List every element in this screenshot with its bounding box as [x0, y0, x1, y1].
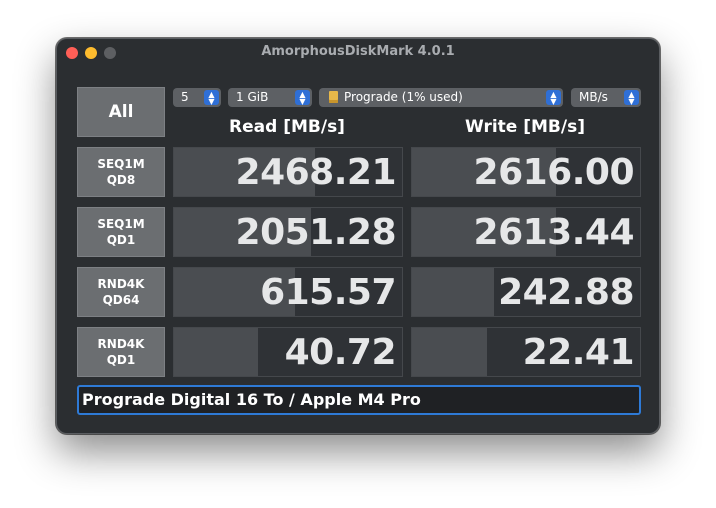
- write-result-cell: 242.88: [411, 267, 641, 317]
- write-value: 2613.44: [473, 211, 635, 253]
- unit-select[interactable]: MB/s ▲ ▼: [571, 88, 641, 107]
- write-result-cell: 2616.00: [411, 147, 641, 197]
- row-label-line1: RND4K: [97, 277, 145, 291]
- row-label-line2: QD8: [106, 173, 136, 187]
- test-count-select[interactable]: 5 ▲ ▼: [173, 88, 221, 107]
- read-value: 2051.28: [235, 211, 397, 253]
- row-label-line2: QD64: [102, 293, 140, 307]
- read-result-cell: 615.57: [173, 267, 403, 317]
- title-bar: AmorphousDiskMark 4.0.1: [57, 39, 659, 67]
- chevron-updown-icon: ▲ ▼: [204, 90, 219, 105]
- app-window: AmorphousDiskMark 4.0.1 All 5 ▲ ▼ 1 GiB ▲…: [56, 38, 660, 434]
- read-value: 615.57: [260, 271, 396, 313]
- write-value: 22.41: [522, 331, 635, 373]
- row-button-rnd4k-qd64[interactable]: RND4K QD64: [77, 267, 165, 317]
- write-bar: [412, 328, 488, 376]
- chevron-updown-icon: ▲ ▼: [546, 90, 561, 105]
- row-label-line2: QD1: [106, 233, 136, 247]
- read-value: 40.72: [284, 331, 397, 373]
- read-header: Read [MB/s]: [229, 117, 345, 137]
- row-label-line1: SEQ1M: [97, 157, 145, 171]
- row-label-line1: RND4K: [97, 337, 145, 351]
- comment-field[interactable]: Prograde Digital 16 To / Apple M4 Pro: [77, 385, 641, 415]
- test-count-value: 5: [181, 90, 189, 104]
- row-label-line2: QD1: [106, 353, 136, 367]
- drive-value: Prograde (1% used): [344, 90, 463, 104]
- chevron-updown-icon: ▲ ▼: [295, 90, 310, 105]
- read-result-cell: 2051.28: [173, 207, 403, 257]
- drive-select[interactable]: Prograde (1% used) ▲ ▼: [319, 88, 563, 107]
- row-button-rnd4k-qd1[interactable]: RND4K QD1: [77, 327, 165, 377]
- row-label-line1: SEQ1M: [97, 217, 145, 231]
- write-result-cell: 2613.44: [411, 207, 641, 257]
- read-bar: [174, 328, 259, 376]
- chevron-updown-icon: ▲ ▼: [624, 90, 639, 105]
- unit-value: MB/s: [579, 90, 608, 104]
- write-header: Write [MB/s]: [465, 117, 585, 137]
- read-result-cell: 40.72: [173, 327, 403, 377]
- read-value: 2468.21: [235, 151, 397, 193]
- test-size-value: 1 GiB: [236, 90, 269, 104]
- window-title: AmorphousDiskMark 4.0.1: [261, 44, 455, 59]
- drive-icon: [329, 91, 338, 103]
- all-button[interactable]: All: [77, 87, 165, 137]
- read-result-cell: 2468.21: [173, 147, 403, 197]
- write-value: 242.88: [498, 271, 634, 313]
- test-size-select[interactable]: 1 GiB ▲ ▼: [228, 88, 312, 107]
- row-button-seq1m-qd8[interactable]: SEQ1M QD8: [77, 147, 165, 197]
- write-value: 2616.00: [473, 151, 635, 193]
- row-button-seq1m-qd1[interactable]: SEQ1M QD1: [77, 207, 165, 257]
- write-bar: [412, 268, 495, 316]
- write-result-cell: 22.41: [411, 327, 641, 377]
